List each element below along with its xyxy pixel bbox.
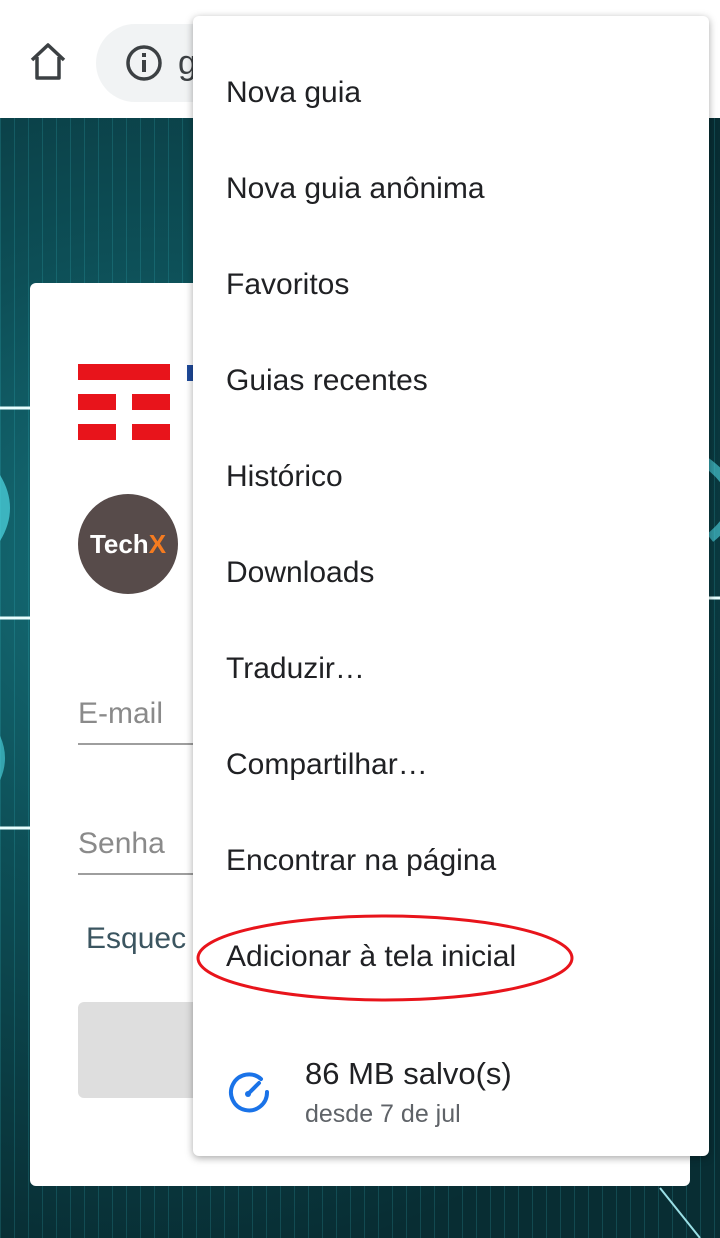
menu-item-find-in-page[interactable]: Encontrar na página bbox=[226, 844, 496, 878]
menu-item-history[interactable]: Histórico bbox=[226, 460, 343, 494]
menu-item-share[interactable]: Compartilhar… bbox=[226, 748, 428, 782]
forgot-password-link[interactable]: Esquec bbox=[86, 922, 186, 956]
highlight-annotation bbox=[196, 914, 574, 1002]
avatar-text: Tech bbox=[89, 528, 149, 559]
data-saver-amount[interactable]: 86 MB salvo(s) bbox=[305, 1056, 512, 1092]
home-icon[interactable] bbox=[26, 40, 70, 84]
menu-item-translate[interactable]: Traduzir… bbox=[226, 652, 365, 686]
password-placeholder: Senha bbox=[78, 827, 165, 860]
brand-logo bbox=[78, 364, 170, 440]
menu-item-bookmarks[interactable]: Favoritos bbox=[226, 268, 349, 302]
data-saver-icon bbox=[229, 1072, 270, 1113]
avatar-text-accent: X bbox=[148, 528, 167, 559]
menu-item-recent-tabs[interactable]: Guias recentes bbox=[226, 364, 428, 398]
data-saver-since: desde 7 de jul bbox=[305, 1100, 461, 1128]
info-icon[interactable] bbox=[124, 43, 164, 83]
menu-item-new-tab[interactable]: Nova guia bbox=[226, 76, 361, 110]
avatar: Tech X bbox=[78, 494, 178, 594]
email-placeholder: E-mail bbox=[78, 697, 164, 730]
menu-item-downloads[interactable]: Downloads bbox=[226, 556, 374, 590]
menu-item-incognito-tab[interactable]: Nova guia anônima bbox=[226, 172, 485, 206]
